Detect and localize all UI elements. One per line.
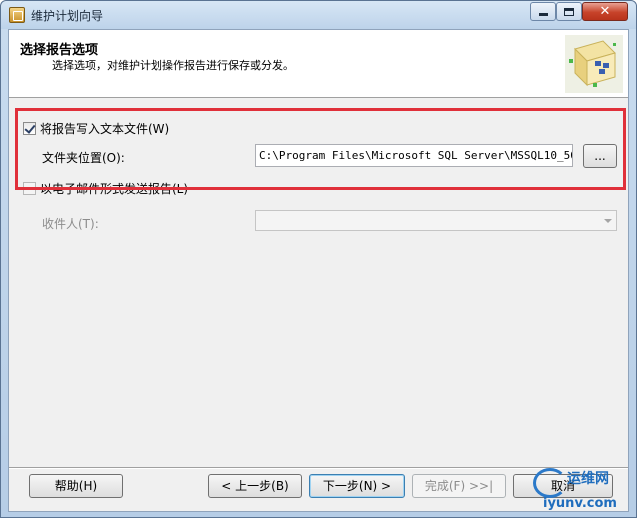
minimize-button[interactable] (530, 2, 556, 21)
watermark-url: iyunv.com (543, 496, 617, 511)
wizard-body: 选择报告选项 选择选项，对维护计划操作报告进行保存或分发。 将报告写入文本文件(… (8, 29, 629, 512)
chevron-down-icon (604, 219, 612, 223)
title-bar[interactable]: 维护计划向导 ✕ (1, 1, 636, 29)
site-watermark: 运维网 iyunv.com (531, 464, 635, 516)
page-subtitle: 选择选项，对维护计划操作报告进行保存或分发。 (52, 59, 294, 72)
back-button[interactable]: < 上一步(B) (208, 474, 302, 498)
minimize-icon (538, 13, 548, 16)
maximize-icon (564, 7, 574, 16)
wizard-header: 选择报告选项 选择选项，对维护计划操作报告进行保存或分发。 (9, 30, 628, 98)
finish-button[interactable]: 完成(F) >>| (412, 474, 506, 498)
wizard-window: 维护计划向导 ✕ 选择报告选项 选择选项，对维护计划操作报告进行保存或分发。 将… (0, 0, 637, 518)
close-icon: ✕ (599, 4, 611, 19)
maximize-button[interactable] (556, 2, 582, 21)
app-icon (9, 7, 25, 23)
recipient-dropdown[interactable] (255, 210, 617, 231)
wizard-banner-icon (565, 35, 623, 93)
recipient-label: 收件人(T): (42, 217, 99, 231)
watermark-text: 运维网 (567, 471, 609, 487)
help-button[interactable]: 帮助(H) (29, 474, 123, 498)
annotation-highlight-box (15, 108, 626, 190)
watermark-logo-icon (533, 468, 567, 498)
next-button[interactable]: 下一步(N) > (309, 474, 405, 498)
page-title: 选择报告选项 (20, 43, 99, 58)
close-button[interactable]: ✕ (582, 2, 628, 21)
window-title: 维护计划向导 (31, 9, 104, 23)
